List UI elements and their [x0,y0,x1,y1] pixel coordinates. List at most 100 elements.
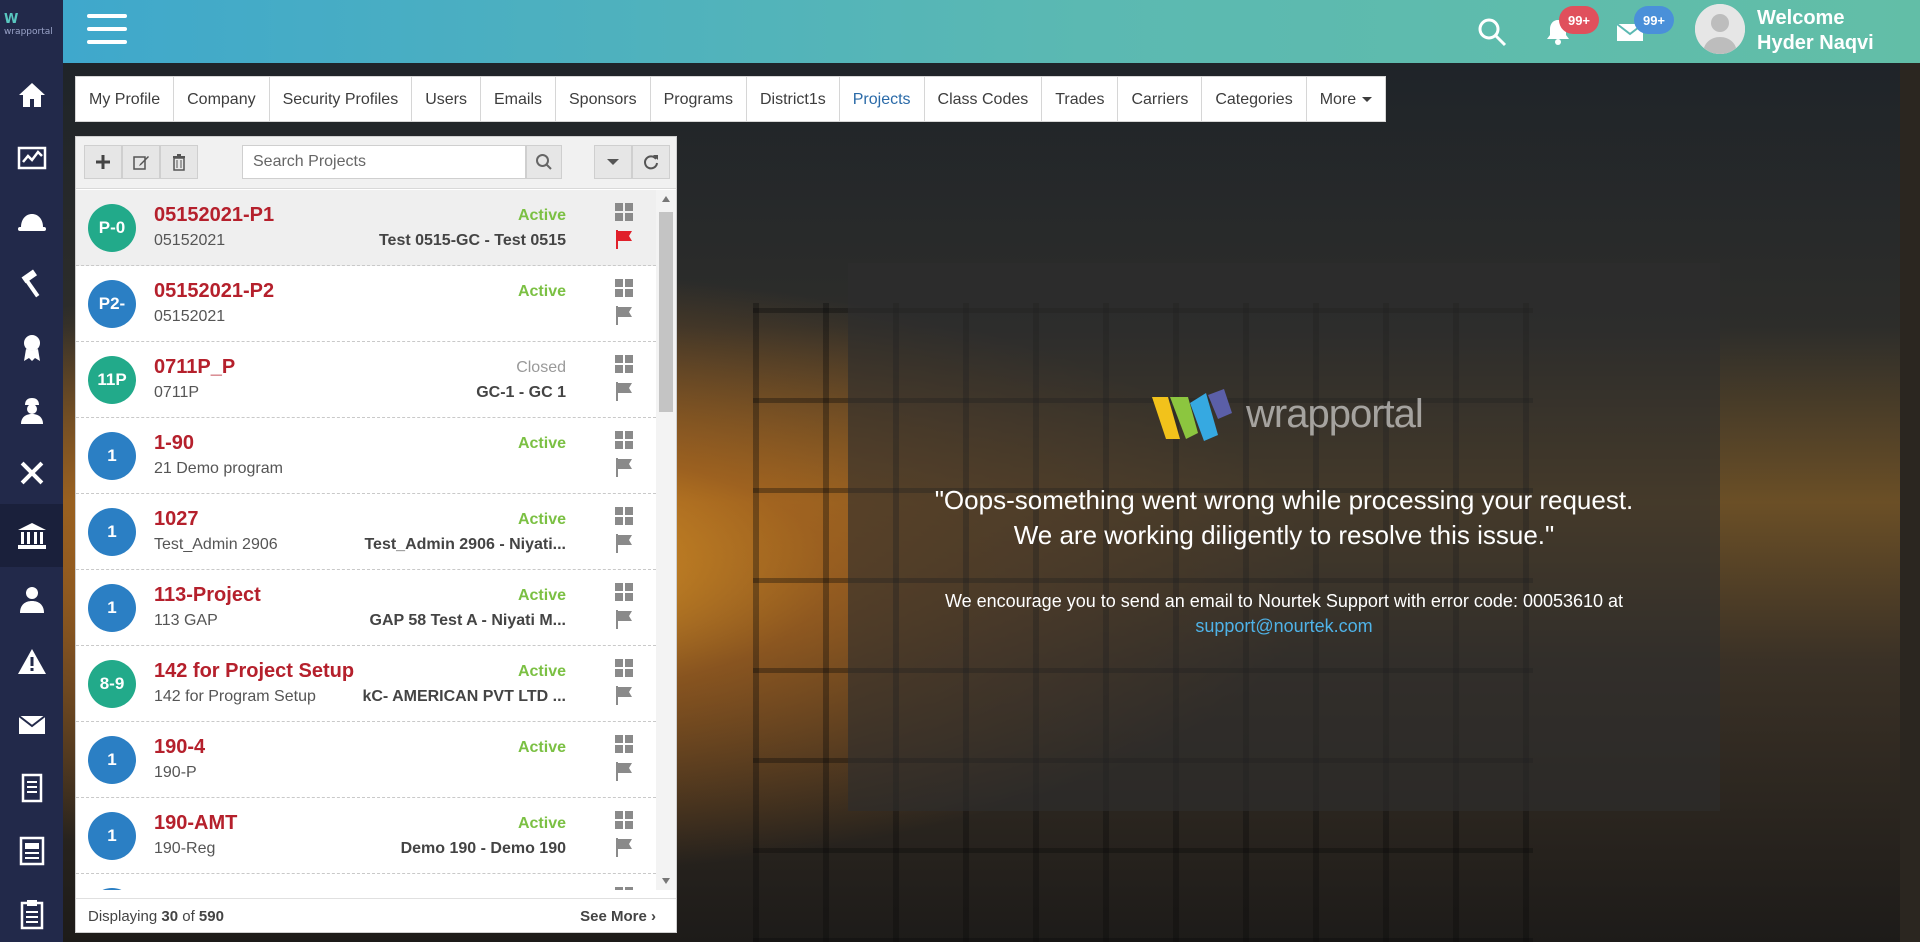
tab-emails[interactable]: Emails [481,77,556,121]
notifications-badge[interactable]: 99+ [1559,6,1599,34]
flag-icon[interactable] [614,380,636,402]
project-program-code: 05152021 [154,308,226,325]
scroll-up-arrow[interactable] [662,196,670,202]
grid-view-icon[interactable] [614,734,634,754]
project-name[interactable]: 113-Project [154,584,261,607]
project-name[interactable]: 142 for Project Setup [154,660,354,683]
grid-view-icon[interactable] [614,430,634,450]
rail-item-document[interactable] [0,756,63,819]
delete-project-button[interactable] [160,145,198,179]
grid-view-icon[interactable] [614,506,634,526]
search-icon[interactable] [1472,12,1512,52]
tab-sponsors[interactable]: Sponsors [556,77,651,121]
messages-badge[interactable]: 99+ [1634,6,1674,34]
project-row[interactable]: 1 1027 Test_Admin 2906 Active Test_Admin 290… [76,494,656,570]
hamburger-menu-button[interactable] [87,14,127,48]
project-row[interactable]: 8-9 142 for Project Setup 142 for Program … [76,646,656,722]
grid-view-icon[interactable] [614,582,634,602]
project-name[interactable]: 190-4 [154,736,205,759]
tab-users[interactable]: Users [412,77,481,121]
admin-tabs-bar: My Profile Company Security Profiles Users E… [75,76,1387,122]
project-company: GAP 58 Test A - Niyati M... [369,612,567,629]
list-scrollbar[interactable] [656,190,676,890]
grid-view-icon[interactable] [614,810,634,830]
search-projects-input[interactable] [242,145,526,179]
flag-icon[interactable] [614,456,636,478]
tab-label: Users [425,91,467,108]
project-name[interactable]: 05152021-P2 [154,280,274,303]
grid-view-icon[interactable] [614,354,634,374]
rail-item-tools[interactable] [0,441,63,504]
tab-categories[interactable]: Categories [1202,77,1307,121]
filter-dropdown-button[interactable] [594,145,632,179]
project-program-code: 190-Reg [154,840,216,857]
edit-project-button[interactable] [122,145,160,179]
tab-programs[interactable]: Programs [651,77,747,121]
rail-item-institution[interactable] [0,504,63,567]
displaying-count-text: Displaying 30 of 590 [88,908,224,925]
rail-item-dashboard-chart[interactable] [0,126,63,189]
flag-icon[interactable] [614,684,636,706]
project-row[interactable]: 1 1-90 21 Demo program Active [76,418,656,494]
rail-item-home[interactable] [0,63,63,126]
tab-trades[interactable]: Trades [1042,77,1119,121]
tab-security-profiles[interactable]: Security Profiles [270,77,413,121]
project-name[interactable]: 190-P-2 [154,888,225,890]
error-message-line-2: We are working diligently to resolve thi… [1013,520,1555,550]
tab-projects[interactable]: Projects [840,77,925,121]
grid-view-icon[interactable] [614,886,634,890]
project-row[interactable]: 1 113-Project 113 GAP Active GAP 58 Test A -… [76,570,656,646]
tab-class-codes[interactable]: Class Codes [925,77,1043,121]
grid-view-icon[interactable] [614,278,634,298]
rail-logo[interactable]: W wrapportal [4,12,63,37]
rail-item-hard-hat[interactable] [0,189,63,252]
flag-icon[interactable] [614,608,636,630]
project-row[interactable]: 1190-P-2Active [76,874,656,890]
scroll-thumb[interactable] [659,212,673,412]
search-projects-button[interactable] [526,145,562,179]
refresh-button[interactable] [632,145,670,179]
see-more-label: See More [580,908,647,925]
project-name[interactable]: 190-AMT [154,812,237,835]
project-initials-avatar: 1 [88,736,136,784]
project-initials-avatar: P-0 [88,204,136,252]
rail-item-award-ribbon[interactable] [0,315,63,378]
rail-item-mail[interactable] [0,693,63,756]
tab-carriers[interactable]: Carriers [1118,77,1203,121]
project-row[interactable]: 1 190-4 190-P Active [76,722,656,798]
tab-more[interactable]: More [1307,77,1385,121]
project-name[interactable]: 05152021-P1 [154,204,274,227]
project-initials-avatar: 1 [88,508,136,556]
support-email-link[interactable]: support@nourtek.com [1195,616,1372,636]
rail-item-user-admin[interactable] [0,567,63,630]
project-row[interactable]: P-0 05152021-P1 05152021 Active Test 0515-GC… [76,190,656,266]
grid-view-icon[interactable] [614,202,634,222]
flag-icon[interactable] [614,304,636,326]
project-row[interactable]: P2- 05152021-P2 05152021 Active [76,266,656,342]
scroll-down-arrow[interactable] [662,878,670,884]
rail-item-warning[interactable] [0,630,63,693]
grid-view-icon[interactable] [614,658,634,678]
flag-icon[interactable] [614,228,636,250]
tab-label: Class Codes [937,91,1029,108]
add-project-button[interactable] [84,145,122,179]
flag-icon[interactable] [614,836,636,858]
project-name[interactable]: 1-90 [154,432,194,455]
tab-district1s[interactable]: District1s [747,77,840,121]
tools-icon [20,461,43,484]
tab-company[interactable]: Company [174,77,270,121]
flag-icon[interactable] [614,532,636,554]
project-row[interactable]: 11P 0711P_P 0711P Closed GC-1 - GC 1 [76,342,656,418]
rail-item-clipboard[interactable] [0,882,63,942]
tab-my-profile[interactable]: My Profile [76,77,175,121]
project-row[interactable]: 1 190-AMT 190-Reg Active Demo 190 - Demo 190 [76,798,656,874]
flag-icon[interactable] [614,760,636,782]
user-avatar[interactable] [1695,4,1745,54]
user-name[interactable]: Hyder Naqvi [1757,31,1874,56]
rail-item-hammer[interactable] [0,252,63,315]
rail-item-report[interactable] [0,819,63,882]
project-name[interactable]: 1027 [154,508,199,531]
see-more-link[interactable]: See More › [580,908,656,925]
project-name[interactable]: 0711P_P [154,356,235,379]
rail-item-worker[interactable] [0,378,63,441]
